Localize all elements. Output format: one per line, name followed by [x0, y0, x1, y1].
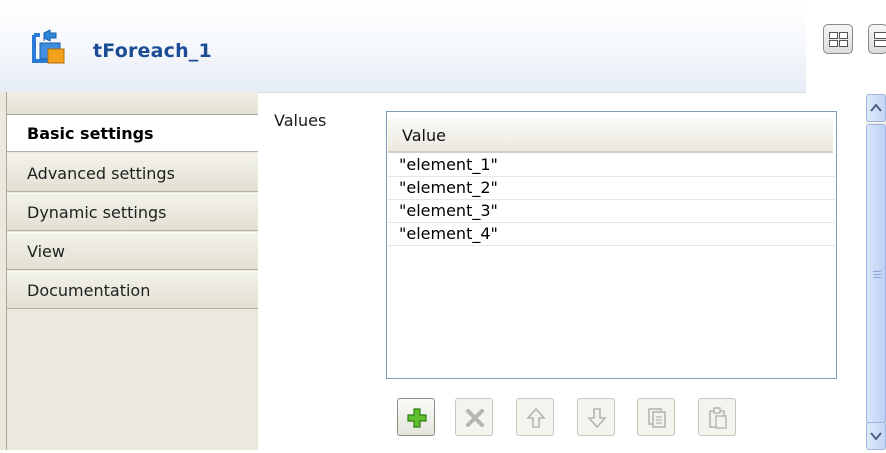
table-cell[interactable]: "element_1"	[388, 155, 498, 174]
add-button[interactable]	[397, 398, 435, 436]
rows-layout-icon	[874, 32, 886, 47]
tab-documentation[interactable]: Documentation	[7, 271, 258, 309]
column-header-value[interactable]: Value	[402, 126, 446, 145]
paste-button[interactable]	[698, 398, 736, 436]
table-row[interactable]: "element_2"	[388, 177, 835, 200]
tab-label: Documentation	[27, 281, 151, 300]
table-cell[interactable]: "element_3"	[388, 201, 498, 220]
table-header[interactable]: Value	[388, 118, 833, 153]
table-row[interactable]: "element_4"	[388, 223, 835, 246]
table-row[interactable]: "element_1"	[388, 154, 835, 177]
tab-dynamic-settings[interactable]: Dynamic settings	[7, 193, 258, 231]
scroll-thumb[interactable]	[866, 124, 886, 424]
page-title: tForeach_1	[93, 40, 212, 62]
foreach-component-icon	[30, 29, 70, 65]
layout-rows-button[interactable]	[868, 24, 886, 54]
scroll-up-button[interactable]	[866, 94, 886, 122]
remove-button[interactable]	[455, 398, 493, 436]
tab-view[interactable]: View	[7, 232, 258, 270]
tab-strip-top	[7, 92, 258, 115]
grip-line	[873, 274, 881, 275]
layout-grid-button[interactable]	[823, 24, 853, 54]
grip-line	[873, 277, 881, 278]
tab-label: Advanced settings	[27, 164, 175, 183]
table-row[interactable]: "element_3"	[388, 200, 835, 223]
copy-icon	[648, 408, 666, 428]
tab-label: Dynamic settings	[27, 203, 167, 222]
tab-basic-settings[interactable]: Basic settings	[7, 114, 258, 152]
chevron-down-icon	[870, 432, 882, 441]
scroll-down-button[interactable]	[866, 422, 886, 450]
grid-layout-icon	[829, 32, 848, 47]
plus-icon	[407, 408, 427, 428]
move-down-button[interactable]	[577, 398, 615, 436]
table-cell[interactable]: "element_2"	[388, 178, 498, 197]
chevron-up-icon	[870, 103, 882, 112]
grip-line	[873, 271, 881, 272]
tab-label: View	[27, 242, 65, 261]
delete-icon	[466, 409, 484, 427]
component-header: tForeach_1	[0, 0, 806, 93]
tab-advanced-settings[interactable]: Advanced settings	[7, 154, 258, 192]
values-label: Values	[274, 111, 327, 130]
arrow-down-icon	[587, 408, 607, 429]
vertical-scrollbar[interactable]	[866, 94, 886, 450]
values-table[interactable]: Value "element_1" "element_2" "element_3…	[386, 111, 837, 379]
copy-button[interactable]	[637, 398, 675, 436]
paste-icon	[709, 407, 727, 429]
settings-tab-panel: Basic settings Advanced settings Dynamic…	[0, 92, 258, 450]
tab-label: Basic settings	[27, 124, 154, 143]
arrow-up-icon	[526, 407, 546, 428]
table-cell[interactable]: "element_4"	[388, 224, 498, 243]
move-up-button[interactable]	[516, 398, 554, 436]
